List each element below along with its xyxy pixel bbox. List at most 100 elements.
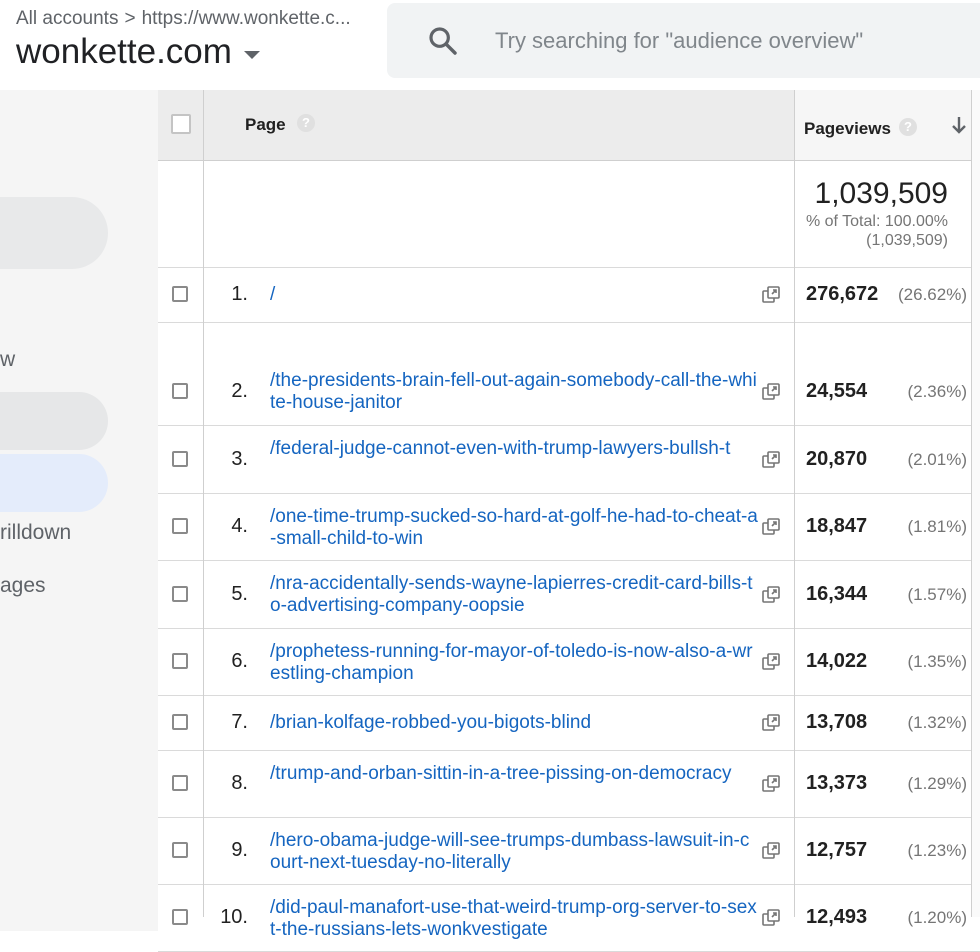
- breadcrumb-property[interactable]: https://www.wonkette.c...: [142, 8, 351, 29]
- column-header-pageviews[interactable]: Pageviews: [804, 119, 891, 139]
- row-checkbox[interactable]: [172, 653, 188, 669]
- breadcrumb-all-accounts[interactable]: All accounts: [16, 8, 118, 29]
- table-header-row: Page ? Pageviews ?: [158, 90, 980, 161]
- row-pageviews: 12,493: [806, 906, 868, 928]
- row-percentage: (1.57%): [907, 584, 967, 604]
- total-pct-label: % of Total: 100.00%: [805, 213, 948, 230]
- sidebar-item-drilldown[interactable]: rilldown: [0, 521, 71, 545]
- table-row: 10. /did-paul-manafort-use-that-weird-tru…: [158, 885, 980, 952]
- search-bar[interactable]: [387, 3, 980, 78]
- row-number: 3.: [231, 447, 248, 470]
- page-link[interactable]: /trump-and-orban-sittin-in-a-tree-pissin…: [270, 763, 758, 785]
- total-percentage: % of Total: 100.00% (1,039,509): [806, 212, 948, 250]
- row-checkbox[interactable]: [172, 842, 188, 858]
- next-column-edge: [971, 90, 980, 917]
- row-percentage: (2.36%): [907, 381, 967, 401]
- row-checkbox[interactable]: [172, 775, 188, 791]
- row-number: 6.: [231, 650, 248, 672]
- row-pageviews: 24,554: [806, 379, 868, 402]
- sidebar-item-overview[interactable]: w: [0, 348, 15, 372]
- sidebar-pill[interactable]: [0, 392, 108, 450]
- chevron-down-icon: [243, 51, 260, 59]
- totals-row: 1,039,509 % of Total: 100.00% (1,039,509…: [158, 161, 980, 268]
- open-external-icon[interactable]: [762, 775, 780, 793]
- open-external-icon[interactable]: [762, 518, 780, 536]
- table-row: 4. /one-time-trump-sucked-so-hard-at-golf…: [158, 494, 980, 561]
- row-pageviews: 13,708: [806, 711, 868, 733]
- breadcrumb-separator-icon: >: [124, 8, 136, 29]
- table-row: 5. /nra-accidentally-sends-wayne-lapierre…: [158, 561, 980, 629]
- row-number: 8.: [231, 772, 248, 794]
- page-link[interactable]: /brian-kolfage-robbed-you-bigots-blind: [270, 712, 758, 734]
- row-percentage: (2.01%): [907, 449, 967, 469]
- sort-arrow-down-icon[interactable]: [951, 114, 967, 136]
- pageviews-header-cell: Pageviews ?: [795, 90, 971, 160]
- pages-table: Page ? Pageviews ? 1,039,509 % of Total:…: [158, 90, 980, 952]
- open-external-icon[interactable]: [762, 714, 780, 732]
- table-row: 7. /brian-kolfage-robbed-you-bigots-blind…: [158, 696, 980, 751]
- row-checkbox[interactable]: [172, 518, 188, 534]
- page-link[interactable]: /hero-obama-judge-will-see-trumps-dumbas…: [270, 830, 758, 874]
- left-sidebar: w rilldown ages: [0, 90, 158, 931]
- row-pageviews: 18,847: [806, 515, 868, 537]
- help-icon[interactable]: ?: [297, 114, 315, 132]
- column-divider: [794, 90, 795, 917]
- page-link[interactable]: /nra-accidentally-sends-wayne-lapierres-…: [270, 573, 758, 617]
- total-pageviews: 1,039,509: [814, 177, 948, 210]
- account-selector[interactable]: wonkette.com: [16, 32, 260, 72]
- page-link[interactable]: /the-presidents-brain-fell-out-again-som…: [270, 370, 758, 414]
- table-row: 2. /the-presidents-brain-fell-out-again-s…: [158, 358, 980, 426]
- help-icon[interactable]: ?: [899, 118, 917, 136]
- open-external-icon[interactable]: [762, 450, 780, 469]
- row-pageviews: 14,022: [806, 650, 868, 672]
- page-link[interactable]: /did-paul-manafort-use-that-weird-trump-…: [270, 897, 758, 941]
- page-link[interactable]: /one-time-trump-sucked-so-hard-at-golf-h…: [270, 506, 758, 550]
- row-checkbox[interactable]: [172, 286, 188, 302]
- table-row: 8. /trump-and-orban-sittin-in-a-tree-piss…: [158, 751, 980, 818]
- row-number: 1.: [231, 283, 248, 305]
- row-percentage: (1.35%): [907, 652, 967, 671]
- sidebar-item-pages[interactable]: ages: [0, 574, 46, 598]
- row-number: 7.: [231, 711, 248, 733]
- row-number: 2.: [231, 379, 248, 402]
- row-number: 10.: [220, 906, 248, 928]
- table-row: 6. /prophetess-running-for-mayor-of-toled…: [158, 629, 980, 696]
- row-checkbox[interactable]: [172, 585, 188, 602]
- row-pageviews: 20,870: [806, 447, 868, 470]
- page-link[interactable]: /federal-judge-cannot-even-with-trump-la…: [270, 438, 758, 460]
- row-number: 9.: [231, 839, 248, 861]
- page-link[interactable]: /: [270, 284, 758, 306]
- open-external-icon[interactable]: [762, 382, 780, 401]
- open-external-icon[interactable]: [762, 653, 780, 671]
- row-pageviews: 13,373: [806, 772, 868, 794]
- open-external-icon[interactable]: [762, 909, 780, 927]
- select-all-checkbox[interactable]: [171, 114, 191, 134]
- open-external-icon[interactable]: [762, 585, 780, 604]
- row-percentage: (1.29%): [907, 774, 967, 793]
- page-link[interactable]: /prophetess-running-for-mayor-of-toledo-…: [270, 641, 758, 685]
- top-header: All accounts > https://www.wonkette.c... w…: [0, 0, 980, 90]
- row-checkbox[interactable]: [172, 382, 188, 399]
- sidebar-pill[interactable]: [0, 197, 108, 269]
- row-pageviews: 16,344: [806, 582, 868, 605]
- account-name: wonkette.com: [16, 32, 232, 71]
- row-checkbox[interactable]: [172, 909, 188, 925]
- row-pageviews: 12,757: [806, 839, 868, 861]
- row-percentage: (1.23%): [907, 841, 967, 860]
- sidebar-pill-selected[interactable]: [0, 454, 108, 512]
- column-header-page[interactable]: Page: [245, 115, 286, 135]
- row-pageviews: 276,672: [806, 283, 879, 305]
- row-percentage: (26.62%): [898, 285, 967, 304]
- row-checkbox[interactable]: [172, 450, 188, 467]
- row-checkbox[interactable]: [172, 714, 188, 730]
- breadcrumb: All accounts > https://www.wonkette.c...: [16, 8, 351, 30]
- table-row: 1. / 276,672 (26.62%): [158, 268, 980, 323]
- row-percentage: (1.32%): [907, 713, 967, 732]
- row-number: 5.: [231, 582, 248, 605]
- total-paren: (1,039,509): [866, 232, 948, 249]
- open-external-icon[interactable]: [762, 842, 780, 860]
- search-input[interactable]: [493, 20, 977, 62]
- row-percentage: (1.81%): [907, 517, 967, 536]
- search-icon[interactable]: [427, 25, 459, 57]
- open-external-icon[interactable]: [762, 286, 780, 304]
